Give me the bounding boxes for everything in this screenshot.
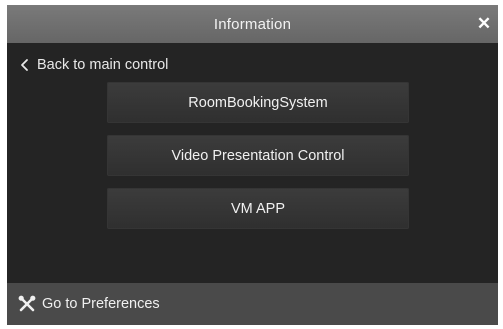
chevron-left-icon	[21, 59, 28, 71]
back-to-main-control-link[interactable]: Back to main control	[18, 55, 168, 75]
app-button-label: RoomBookingSystem	[188, 94, 328, 111]
screen-frame: Information ✕ Back to main control RoomB…	[0, 0, 503, 329]
close-icon: ✕	[476, 14, 492, 33]
back-link-label: Back to main control	[37, 57, 169, 73]
title-bar: Information ✕	[7, 5, 498, 43]
information-dialog: Information ✕ Back to main control RoomB…	[7, 5, 498, 325]
close-button[interactable]: ✕	[474, 14, 494, 34]
app-button-label: Video Presentation Control	[171, 147, 345, 164]
app-button-label: VM APP	[231, 200, 285, 217]
app-button-roombookingsystem[interactable]: RoomBookingSystem	[107, 82, 409, 123]
tools-icon	[18, 295, 36, 312]
app-button-vm-app[interactable]: VM APP	[107, 188, 409, 229]
dialog-title: Information	[213, 15, 292, 33]
preferences-label: Go to Preferences	[42, 296, 160, 312]
app-list: RoomBookingSystem Video Presentation Con…	[107, 82, 409, 241]
go-to-preferences-button[interactable]: Go to Preferences	[7, 283, 498, 325]
app-button-video-presentation-control[interactable]: Video Presentation Control	[107, 135, 409, 176]
